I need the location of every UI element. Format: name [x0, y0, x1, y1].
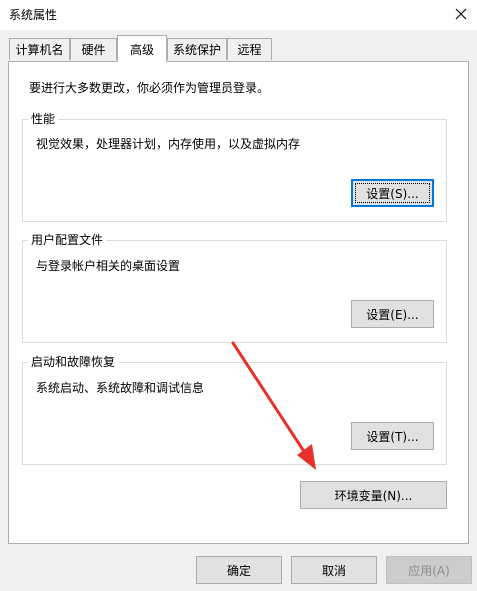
tab-hardware[interactable]: 硬件	[70, 38, 117, 60]
startup-recovery-description: 系统启动、系统故障和调试信息	[36, 381, 205, 395]
window-title: 系统属性	[9, 8, 58, 22]
performance-group-title: 性能	[28, 112, 59, 126]
tab-system-protection[interactable]: 系统保护	[167, 38, 227, 60]
close-icon	[455, 8, 466, 20]
tab-remote[interactable]: 远程	[227, 38, 272, 60]
user-profiles-settings-label: 设置(E)...	[366, 307, 419, 322]
startup-recovery-settings-button[interactable]: 设置(T)...	[351, 422, 434, 450]
tab-advanced[interactable]: 高级	[117, 35, 167, 62]
ok-button[interactable]: 确定	[196, 556, 282, 584]
ok-label: 确定	[226, 563, 251, 578]
startup-recovery-group-title: 启动和故障恢复	[28, 355, 119, 369]
startup-recovery-settings-label: 设置(T)...	[366, 429, 419, 444]
apply-label: 应用(A)	[408, 563, 450, 578]
user-profiles-description: 与登录帐户相关的桌面设置	[36, 259, 181, 273]
performance-settings-label: 设置(S)...	[366, 186, 419, 201]
cancel-label: 取消	[321, 563, 346, 578]
performance-settings-button[interactable]: 设置(S)...	[351, 179, 434, 207]
close-button[interactable]	[444, 0, 477, 28]
cancel-button[interactable]: 取消	[291, 556, 377, 584]
title-bar	[0, 0, 477, 30]
user-profiles-settings-button[interactable]: 设置(E)...	[351, 300, 434, 328]
environment-variables-button[interactable]: 环境变量(N)...	[300, 481, 447, 509]
apply-button: 应用(A)	[386, 556, 472, 584]
environment-variables-label: 环境变量(N)...	[334, 488, 413, 503]
tab-computer-name[interactable]: 计算机名	[9, 38, 70, 60]
admin-notice: 要进行大多数更改，你必须作为管理员登录。	[29, 81, 270, 95]
user-profiles-group-title: 用户配置文件	[28, 233, 107, 247]
performance-description: 视觉效果，处理器计划，内存使用，以及虚拟内存	[36, 137, 301, 151]
